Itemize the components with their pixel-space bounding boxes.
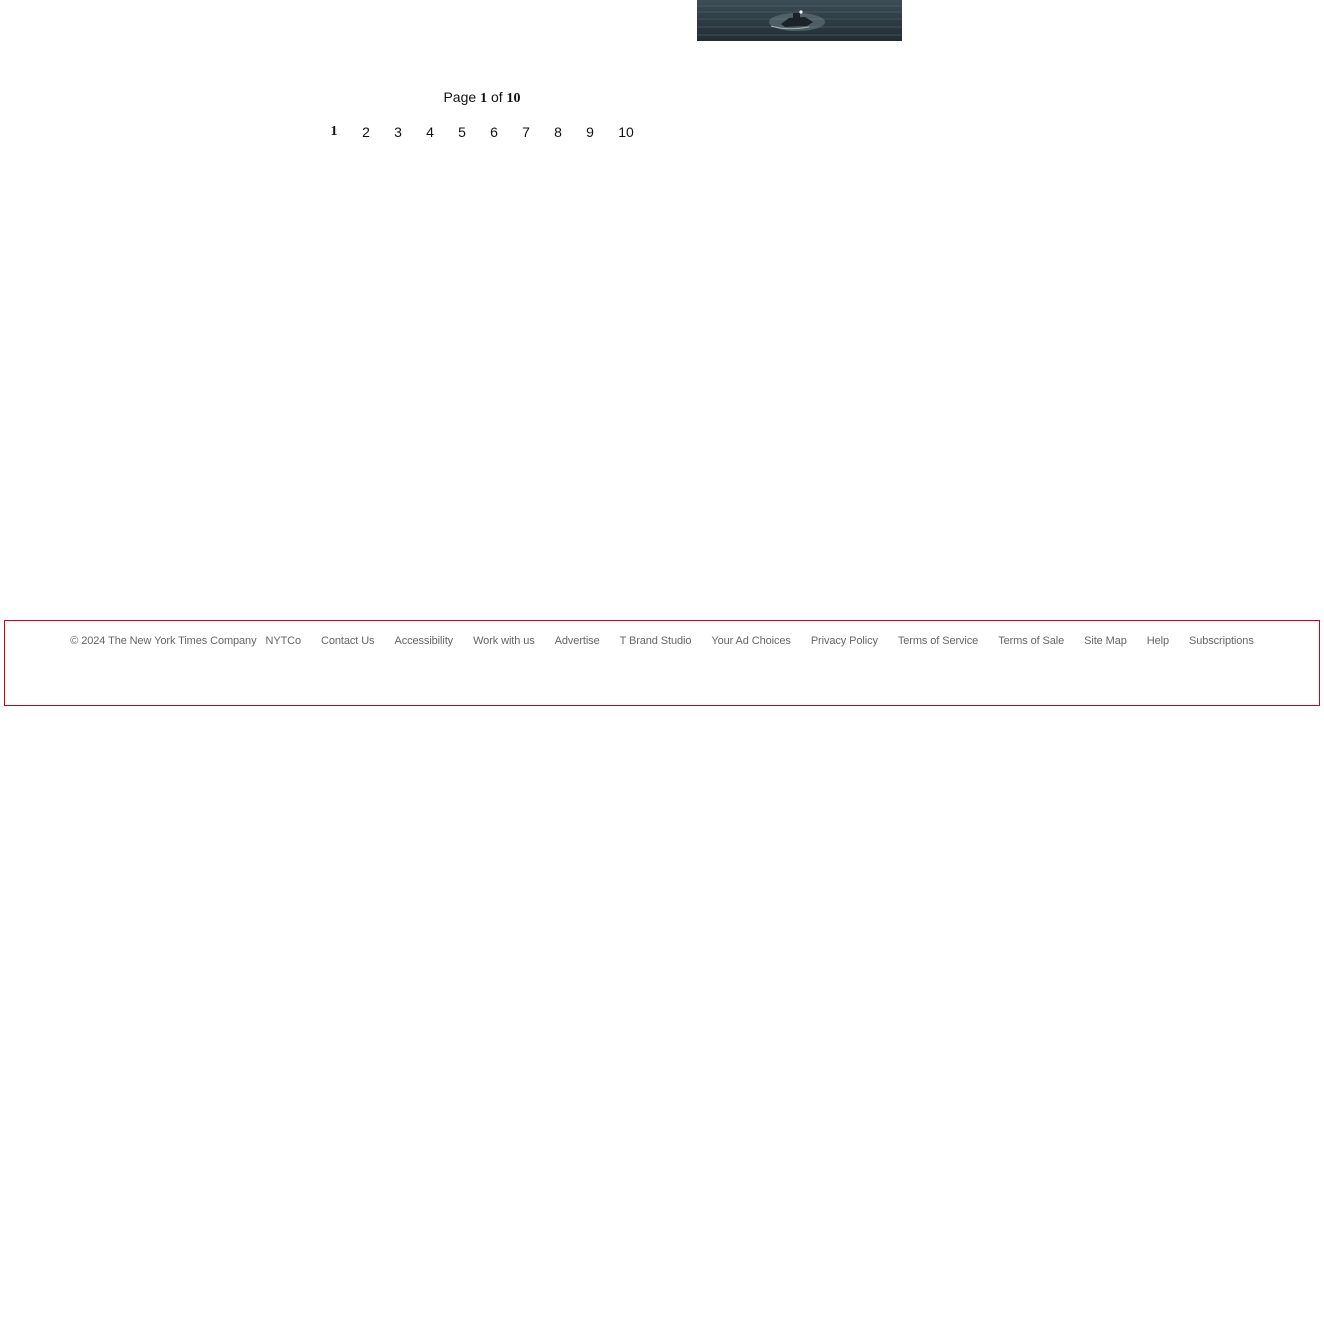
footer-links-row: © 2024 The New York Times Company NYTCo Co… bbox=[5, 633, 1319, 649]
article-thumbnail-image[interactable] bbox=[697, 0, 902, 41]
footer-link-subscriptions[interactable]: Subscriptions bbox=[1189, 633, 1254, 649]
page-link-4[interactable]: 4 bbox=[414, 122, 446, 142]
of-label: of bbox=[490, 89, 503, 105]
page-label: Page bbox=[443, 89, 477, 105]
site-footer: © 2024 The New York Times Company NYTCo Co… bbox=[4, 620, 1320, 706]
page-link-2[interactable]: 2 bbox=[350, 122, 382, 142]
footer-link-your-ad-choices[interactable]: Your Ad Choices bbox=[711, 633, 791, 649]
page-link-3[interactable]: 3 bbox=[382, 122, 414, 142]
footer-link-advertise[interactable]: Advertise bbox=[555, 633, 600, 649]
footer-link-terms-of-service[interactable]: Terms of Service bbox=[898, 633, 978, 649]
page-link-8[interactable]: 8 bbox=[542, 122, 574, 142]
footer-link-nytco[interactable]: NYTCo bbox=[265, 633, 301, 649]
footer-link-t-brand-studio[interactable]: T Brand Studio bbox=[620, 633, 692, 649]
current-page-number: 1 bbox=[480, 91, 488, 106]
copyright-text: © 2024 The New York Times Company bbox=[70, 635, 257, 647]
page-link-10[interactable]: 10 bbox=[610, 122, 642, 142]
footer-link-accessibility[interactable]: Accessibility bbox=[394, 633, 453, 649]
boat-night-photo-icon bbox=[697, 5, 902, 36]
footer-link-terms-of-sale[interactable]: Terms of Sale bbox=[998, 633, 1064, 649]
page-link-1[interactable]: 1 bbox=[318, 122, 350, 142]
page-link-5[interactable]: 5 bbox=[446, 122, 478, 142]
page-indicator: Page 1 of 10 bbox=[0, 88, 964, 108]
footer-link-work-with-us[interactable]: Work with us bbox=[473, 633, 535, 649]
page-link-6[interactable]: 6 bbox=[478, 122, 510, 142]
page-link-9[interactable]: 9 bbox=[574, 122, 606, 142]
footer-link-contact-us[interactable]: Contact Us bbox=[321, 633, 375, 649]
footer-link-site-map[interactable]: Site Map bbox=[1084, 633, 1127, 649]
total-pages-number: 10 bbox=[506, 91, 521, 106]
footer-link-help[interactable]: Help bbox=[1147, 633, 1169, 649]
page-link-7[interactable]: 7 bbox=[510, 122, 542, 142]
page: Page 1 of 10 1 2 3 4 5 6 7 8 9 10 © 2024… bbox=[0, 0, 1324, 1324]
footer-link-privacy-policy[interactable]: Privacy Policy bbox=[811, 633, 878, 649]
